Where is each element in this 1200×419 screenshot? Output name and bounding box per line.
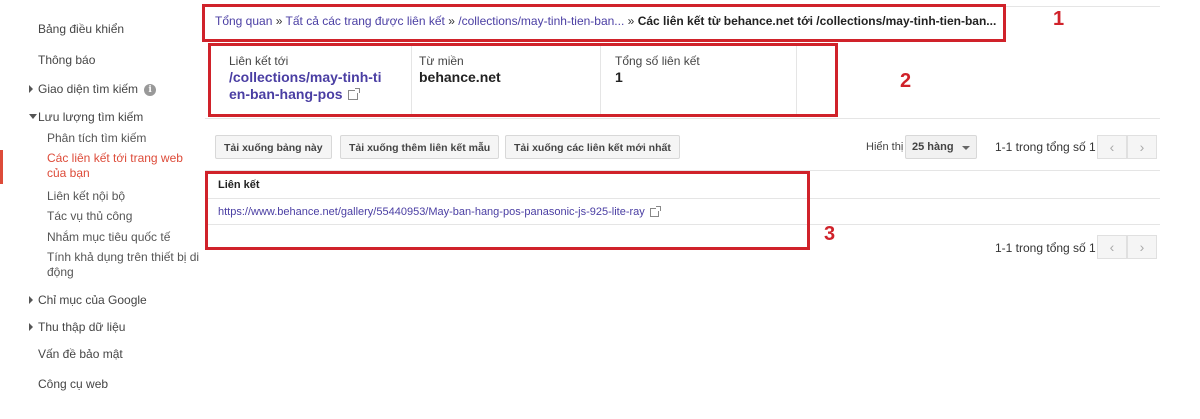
chevron-right-icon: › [1139,239,1145,255]
sidebar-item-search-appearance[interactable]: Giao diện tìm kiếm i [38,82,157,97]
chevron-left-icon: ‹ [1109,239,1115,255]
sidebar-item-dashboard[interactable]: Bảng điều khiển [38,22,124,37]
rows-per-page-select[interactable]: 25 hàng [905,135,977,159]
sidebar-subitem-links-to-site[interactable]: Các liên kết tới trang web của bạn [47,151,183,181]
download-more-samples-button[interactable]: Tải xuống thêm liên kết mẫu [340,135,500,159]
prev-page-button[interactable]: ‹ [1097,235,1127,259]
sidebar-subitem-label: động [47,265,74,279]
sidebar-subitem-label: của bạn [47,166,90,180]
annotation-box-1 [202,4,1006,42]
expand-arrow-icon[interactable] [29,85,33,93]
annotation-number-3: 3 [824,223,836,245]
sidebar-subitem-label: Các liên kết tới trang web [47,151,183,165]
collapse-arrow-icon[interactable] [29,114,37,119]
chevron-left-icon: ‹ [1109,139,1115,155]
sidebar-item-crawl[interactable]: Thu thập dữ liệu [38,320,125,335]
next-page-button[interactable]: › [1127,235,1157,259]
annotation-number-1: 1 [1053,8,1065,30]
sidebar-item-label: Giao diện tìm kiếm [38,82,139,96]
annotation-box-3 [205,171,810,250]
chevron-right-icon: › [1139,139,1145,155]
next-page-button[interactable]: › [1127,135,1157,159]
info-icon[interactable]: i [144,83,157,96]
divider [205,118,1160,119]
pagination-text: 1-1 trong tổng số 1 [995,241,1096,255]
dropdown-arrow-icon [962,146,970,150]
expand-arrow-icon[interactable] [29,323,33,331]
active-indicator [0,150,3,184]
annotation-number-2: 2 [900,70,912,92]
annotation-box-2 [208,43,838,117]
pagination-text: 1-1 trong tổng số 1 [995,140,1096,154]
rows-per-page-value: 25 hàng [912,141,954,153]
download-latest-button[interactable]: Tải xuống các liên kết mới nhất [505,135,680,159]
prev-page-button[interactable]: ‹ [1097,135,1127,159]
sidebar-nav: Bảng điều khiển Thông báo Giao diện tìm … [0,0,200,419]
sidebar-item-security-issues[interactable]: Vấn đề bảo mật [38,347,123,362]
rows-per-page-label: Hiển thị [866,141,904,153]
sidebar-subitem-search-analytics[interactable]: Phân tích tìm kiếm [47,131,146,146]
sidebar-subitem-internal-links[interactable]: Liên kết nội bộ [47,189,125,204]
sidebar-subitem-label: Tính khả dụng trên thiết bị di [47,250,200,264]
expand-arrow-icon[interactable] [29,296,33,304]
sidebar-item-web-tools[interactable]: Công cụ web [38,377,108,392]
sidebar-subitem-manual-actions[interactable]: Tác vụ thủ công [47,209,132,224]
sidebar-item-search-traffic[interactable]: Lưu lượng tìm kiếm [38,110,143,125]
download-table-button[interactable]: Tải xuống bảng này [215,135,332,159]
sidebar-subitem-mobile-usability[interactable]: Tính khả dụng trên thiết bị di động [47,250,199,280]
sidebar-item-messages[interactable]: Thông báo [38,53,95,68]
sidebar-subitem-international-targeting[interactable]: Nhắm mục tiêu quốc tế [47,230,170,245]
sidebar-item-google-index[interactable]: Chỉ mục của Google [38,293,147,308]
